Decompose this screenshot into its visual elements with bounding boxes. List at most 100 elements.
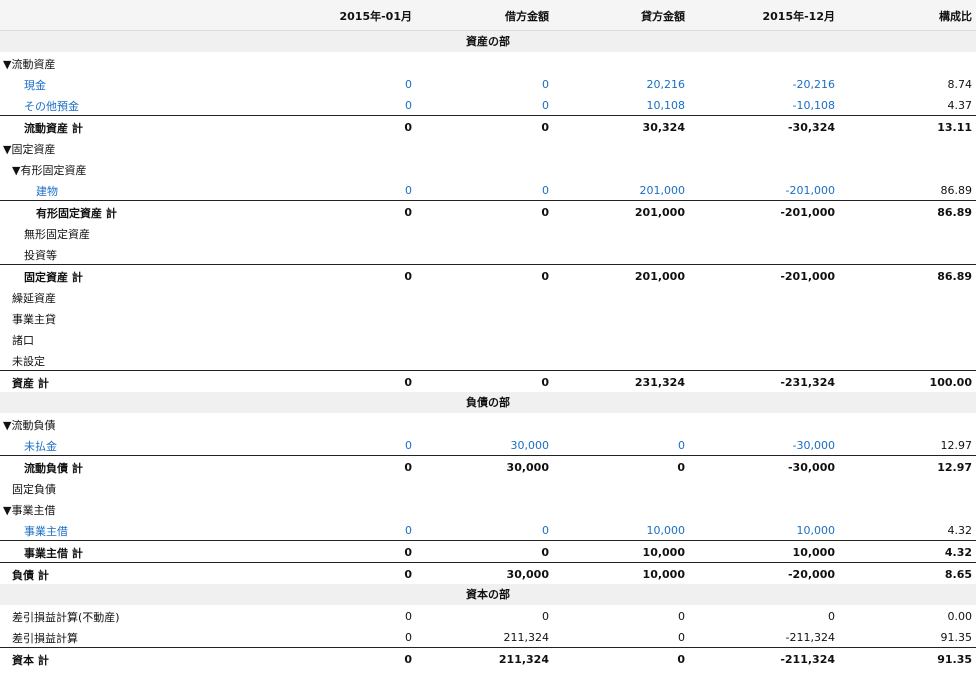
total-row: 流動負債 計 0 30,000 0 -30,000 12.97 (0, 455, 976, 477)
column-header-credit[interactable]: 貸方金額 (565, 8, 685, 24)
row-label[interactable]: ▼有形固定資産 (12, 162, 86, 178)
total-row: 有形固定資産 計 0 0 201,000 -201,000 86.89 (0, 200, 976, 222)
credit-cell: 0 (678, 610, 685, 623)
end-balance-cell: -30,324 (787, 121, 835, 134)
end-balance-cell: -201,000 (780, 270, 835, 283)
debit-cell: 0 (542, 610, 549, 623)
section-header-assets: 資産の部 (0, 31, 976, 52)
account-link[interactable]: 事業主借 (24, 523, 68, 539)
row-label: 繰延資産 (12, 292, 56, 305)
account-row[interactable]: 未払金 0 30,000 0 -30,000 12.97 (0, 434, 976, 455)
credit-cell: 10,000 (642, 546, 685, 559)
credit-cell[interactable]: 20,216 (565, 78, 686, 91)
end-balance-cell[interactable]: -201,000 (715, 184, 835, 197)
debit-cell: 211,324 (503, 631, 550, 644)
account-link[interactable]: 現金 (24, 77, 46, 93)
start-balance-cell[interactable]: 0 (292, 78, 412, 91)
row-label[interactable]: ▼流動負債 (3, 417, 55, 433)
credit-cell[interactable]: 0 (565, 439, 685, 452)
row-label: 負債 計 (12, 569, 49, 582)
account-link[interactable]: 未払金 (24, 438, 57, 454)
debit-cell[interactable]: 0 (429, 184, 549, 197)
end-balance-cell[interactable]: -20,216 (715, 78, 835, 91)
credit-cell: 0 (677, 653, 685, 666)
row-label: 投資等 (24, 249, 57, 262)
start-balance-cell[interactable]: 0 (292, 439, 412, 452)
row-label[interactable]: ▼事業主借 (3, 502, 55, 518)
start-balance-cell[interactable]: 0 (292, 184, 412, 197)
row-label[interactable]: ▼流動資産 (3, 56, 55, 72)
debit-cell[interactable]: 30,000 (429, 439, 550, 452)
debit-cell[interactable]: 0 (429, 99, 549, 112)
end-balance-cell[interactable]: -30,000 (715, 439, 835, 452)
start-balance-cell[interactable]: 0 (292, 524, 412, 537)
debit-cell: 0 (541, 546, 549, 559)
debit-cell: 30,000 (506, 568, 549, 581)
start-balance-cell: 0 (405, 631, 412, 644)
start-balance-cell: 0 (404, 270, 412, 283)
ratio-cell: 13.11 (937, 121, 972, 134)
row-label: 資本 計 (12, 654, 49, 667)
debit-cell: 0 (541, 270, 549, 283)
table-row: 諸口 (0, 328, 976, 349)
end-balance-cell: 10,000 (792, 546, 835, 559)
table-row: 未設定 (0, 349, 976, 370)
debit-cell[interactable]: 0 (429, 78, 549, 91)
account-row[interactable]: 建物 0 0 201,000 -201,000 86.89 (0, 179, 976, 200)
ratio-cell: 86.89 (940, 184, 973, 197)
credit-cell: 201,000 (634, 270, 685, 283)
row-label: 固定資産 計 (24, 271, 83, 284)
table-row: 無形固定資産 (0, 222, 976, 243)
debit-cell[interactable]: 0 (429, 524, 549, 537)
table-row: 固定負債 (0, 477, 976, 498)
row-label: 無形固定資産 (24, 228, 90, 241)
start-balance-cell: 0 (404, 376, 412, 389)
credit-cell: 30,324 (642, 121, 685, 134)
ratio-cell: 8.74 (947, 78, 973, 91)
total-row: 事業主借 計 0 0 10,000 10,000 4.32 (0, 540, 976, 562)
ratio-cell: 4.32 (944, 546, 972, 559)
credit-cell: 201,000 (634, 206, 685, 219)
account-link[interactable]: 建物 (36, 183, 58, 199)
table-row: ▼事業主借 (0, 498, 976, 519)
row-label: 流動資産 計 (24, 122, 83, 135)
account-row[interactable]: その他預金 0 0 10,108 -10,108 4.37 (0, 94, 976, 115)
credit-cell[interactable]: 10,000 (565, 524, 686, 537)
account-link[interactable]: その他預金 (24, 98, 79, 114)
credit-cell[interactable]: 10,108 (565, 99, 686, 112)
debit-cell: 0 (541, 376, 549, 389)
table-row: ▼固定資産 (0, 137, 976, 158)
row-label: 資産 計 (12, 377, 49, 390)
end-balance-cell: 0 (828, 610, 835, 623)
row-label[interactable]: ▼固定資産 (3, 141, 55, 157)
end-balance-cell: -211,324 (780, 653, 835, 666)
start-balance-cell[interactable]: 0 (292, 99, 412, 112)
total-row: 資本 計 0 211,324 0 -211,324 91.35 (0, 647, 976, 669)
ratio-cell: 91.35 (937, 653, 972, 666)
end-balance-cell: -231,324 (780, 376, 835, 389)
end-balance-cell[interactable]: 10,000 (715, 524, 836, 537)
table-row: 差引損益計算 0 211,324 0 -211,324 91.35 (0, 626, 976, 647)
total-row: 固定資産 計 0 0 201,000 -201,000 86.89 (0, 264, 976, 286)
column-header-ratio[interactable]: 構成比 (852, 8, 972, 24)
account-row[interactable]: 事業主借 0 0 10,000 10,000 4.32 (0, 519, 976, 540)
section-header-liabilities: 負債の部 (0, 392, 976, 413)
end-balance-cell: -201,000 (780, 206, 835, 219)
ratio-cell: 86.89 (937, 270, 972, 283)
row-label: 有形固定資産 計 (36, 207, 117, 220)
debit-cell: 0 (541, 121, 549, 134)
section-header-capital: 資本の部 (0, 584, 976, 605)
row-label: 差引損益計算 (12, 632, 78, 645)
credit-cell[interactable]: 201,000 (565, 184, 686, 197)
table-row: 繰延資産 (0, 286, 976, 307)
column-header-end-balance[interactable]: 2015年-12月 (715, 8, 836, 24)
debit-cell: 0 (541, 206, 549, 219)
start-balance-cell: 0 (404, 206, 412, 219)
column-header-debit[interactable]: 借方金額 (429, 8, 549, 24)
start-balance-cell: 0 (404, 653, 412, 666)
column-header-start-balance[interactable]: 2015年-01月 (292, 8, 413, 24)
table-row: ▼有形固定資産 (0, 158, 976, 179)
end-balance-cell[interactable]: -10,108 (715, 99, 835, 112)
ratio-cell: 86.89 (937, 206, 972, 219)
account-row[interactable]: 現金 0 0 20,216 -20,216 8.74 (0, 73, 976, 94)
